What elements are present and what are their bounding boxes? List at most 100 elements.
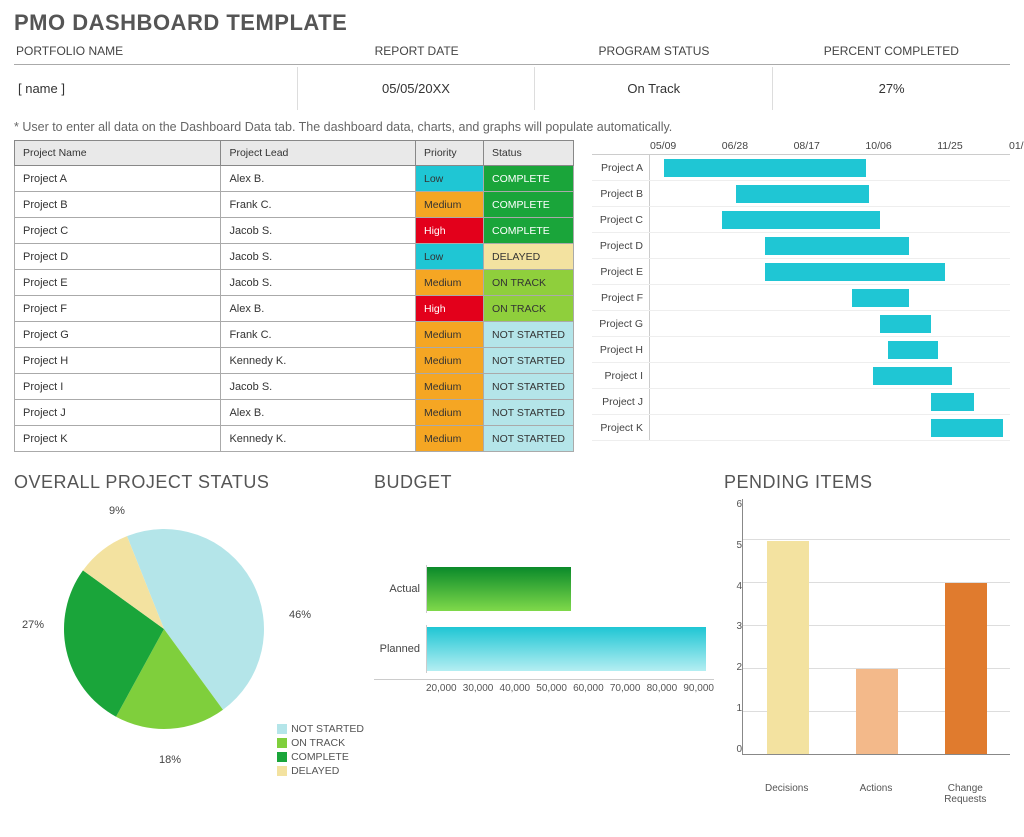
gantt-track	[650, 311, 1010, 336]
cell-project-name: Project A	[15, 166, 221, 192]
cell-status: ON TRACK	[484, 296, 574, 322]
col-priority: Priority	[416, 141, 484, 166]
gantt-track	[650, 207, 1010, 232]
cell-status: ON TRACK	[484, 270, 574, 296]
cell-status: NOT STARTED	[484, 348, 574, 374]
gantt-bar	[736, 185, 868, 203]
table-row: Project JAlex B.MediumNOT STARTED	[15, 400, 574, 426]
pending-y-tick: 0	[724, 744, 742, 755]
hdr-portfolio-label: PORTFOLIO NAME	[14, 40, 298, 64]
cell-project-lead: Frank C.	[221, 322, 416, 348]
cell-status: DELAYED	[484, 244, 574, 270]
gantt-row-label: Project E	[592, 259, 650, 284]
cell-project-lead: Frank C.	[221, 192, 416, 218]
gantt-tick: 08/17	[794, 140, 795, 152]
budget-track	[426, 625, 714, 673]
cell-project-lead: Kennedy K.	[221, 348, 416, 374]
budget-bar	[427, 567, 571, 611]
pending-y-tick: 4	[724, 581, 742, 592]
cell-priority: Low	[416, 244, 484, 270]
budget-row: Actual	[374, 559, 714, 619]
col-project-name: Project Name	[15, 141, 221, 166]
gantt-row: Project H	[592, 337, 1010, 363]
budget-bar	[427, 627, 706, 671]
gantt-bar	[765, 237, 909, 255]
cell-priority: High	[416, 296, 484, 322]
gantt-row-label: Project K	[592, 415, 650, 440]
pending-chart: 6543210	[724, 499, 1010, 779]
gantt-row: Project K	[592, 415, 1010, 441]
legend-swatch	[277, 752, 287, 762]
gantt-row-label: Project J	[592, 389, 650, 414]
cell-status: NOT STARTED	[484, 322, 574, 348]
cell-project-name: Project I	[15, 374, 221, 400]
cell-project-name: Project C	[15, 218, 221, 244]
legend-label: COMPLETE	[291, 751, 349, 763]
cell-project-name: Project F	[15, 296, 221, 322]
gantt-track	[650, 363, 1010, 388]
gantt-tick: 05/09	[650, 140, 651, 152]
pending-y-tick: 6	[724, 499, 742, 510]
pending-y-tick: 2	[724, 662, 742, 673]
cell-priority: Medium	[416, 426, 484, 452]
hdr-reportdate-label: REPORT DATE	[298, 40, 535, 64]
pending-x-labels: DecisionsActionsChange Requests	[724, 783, 1010, 805]
gantt-row-label: Project H	[592, 337, 650, 362]
projects-table: Project Name Project Lead Priority Statu…	[14, 140, 574, 452]
pie-pct-delayed: 9%	[109, 505, 125, 517]
cell-status: COMPLETE	[484, 218, 574, 244]
pie-legend: NOT STARTEDON TRACKCOMPLETEDELAYED	[277, 721, 364, 779]
gantt-row: Project A	[592, 155, 1010, 181]
budget-tick: 80,000	[647, 683, 678, 694]
pie-svg	[54, 519, 274, 739]
table-row: Project FAlex B.HighON TRACK	[15, 296, 574, 322]
pending-bar-col	[936, 583, 996, 754]
report-date-field[interactable]: 05/05/20XX	[298, 67, 536, 110]
table-row: Project IJacob S.MediumNOT STARTED	[15, 374, 574, 400]
gantt-row: Project J	[592, 389, 1010, 415]
budget-tick: 20,000	[426, 683, 457, 694]
pending-bar	[856, 669, 898, 754]
gantt-track	[650, 259, 1010, 284]
cell-project-name: Project B	[15, 192, 221, 218]
pending-x-label: Decisions	[757, 783, 817, 805]
budget-row: Planned	[374, 619, 714, 679]
legend-item: ON TRACK	[277, 737, 364, 749]
gantt-row: Project D	[592, 233, 1010, 259]
cell-project-lead: Jacob S.	[221, 244, 416, 270]
table-row: Project HKennedy K.MediumNOT STARTED	[15, 348, 574, 374]
pie-chart: 46% 18% 27% 9% NOT STARTEDON TRACKCOMPLE…	[14, 499, 364, 799]
instruction-note: * User to enter all data on the Dashboar…	[14, 120, 1010, 134]
gantt-row: Project F	[592, 285, 1010, 311]
col-project-lead: Project Lead	[221, 141, 416, 166]
table-row: Project BFrank C.MediumCOMPLETE	[15, 192, 574, 218]
pie-pct-ontrack: 18%	[159, 754, 181, 766]
cell-project-name: Project G	[15, 322, 221, 348]
gantt-track	[650, 389, 1010, 414]
percent-completed-field[interactable]: 27%	[773, 67, 1010, 110]
gantt-row-label: Project A	[592, 155, 650, 180]
cell-project-lead: Alex B.	[221, 296, 416, 322]
page-title: PMO DASHBOARD TEMPLATE	[14, 10, 1010, 36]
cell-project-lead: Alex B.	[221, 166, 416, 192]
budget-track	[426, 565, 714, 613]
cell-project-lead: Kennedy K.	[221, 426, 416, 452]
gantt-row-label: Project I	[592, 363, 650, 388]
budget-chart: ActualPlanned 20,00030,00040,00050,00060…	[374, 499, 714, 779]
legend-item: COMPLETE	[277, 751, 364, 763]
program-status-field[interactable]: On Track	[535, 67, 773, 110]
gantt-bar	[873, 367, 952, 385]
gantt-bar	[880, 315, 930, 333]
gantt-row-label: Project F	[592, 285, 650, 310]
portfolio-name-field[interactable]: [ name ]	[14, 67, 298, 110]
gantt-tick: 01/14	[1009, 140, 1010, 152]
gantt-bar	[722, 211, 880, 229]
cell-project-name: Project K	[15, 426, 221, 452]
gantt-track	[650, 337, 1010, 362]
legend-item: DELAYED	[277, 765, 364, 777]
panel-title-budget: BUDGET	[374, 472, 714, 493]
budget-tick: 60,000	[573, 683, 604, 694]
gantt-row-label: Project B	[592, 181, 650, 206]
gantt-row: Project I	[592, 363, 1010, 389]
gantt-track	[650, 181, 1010, 206]
